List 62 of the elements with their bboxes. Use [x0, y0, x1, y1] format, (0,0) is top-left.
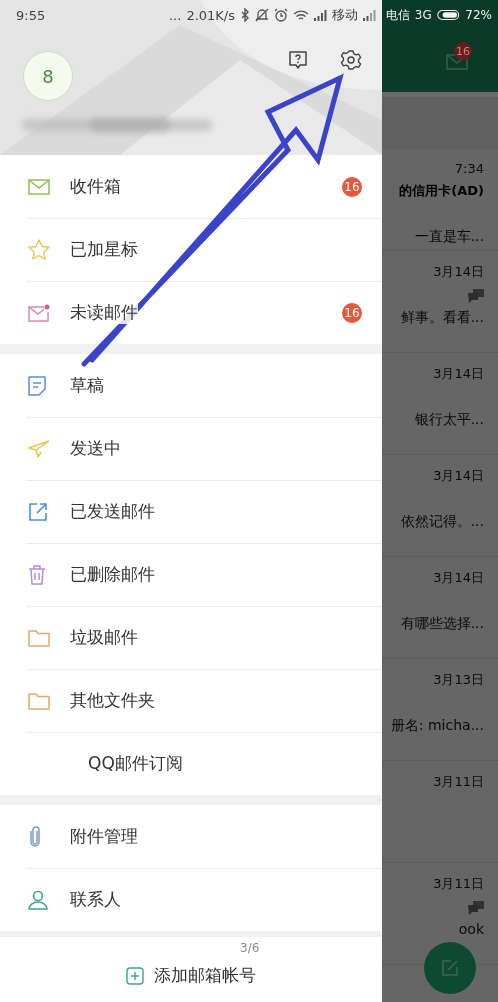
carrier-name: 电信	[386, 6, 410, 24]
mail-date: 3月14日	[433, 569, 484, 587]
carrier-name: 移动	[332, 6, 358, 24]
network-type: 3G	[414, 8, 432, 22]
battery-icon	[436, 9, 461, 21]
star-icon	[28, 239, 50, 260]
unread-envelope-icon	[28, 303, 50, 322]
status-dots: ...	[168, 7, 182, 23]
menu-item[interactable]: 发送中	[0, 417, 382, 480]
menu-item[interactable]: 已加星标	[0, 218, 382, 281]
person-icon	[28, 889, 48, 910]
count-badge: 16	[342, 176, 362, 197]
envelope-icon	[28, 178, 50, 195]
mail-preview: 一直是车...	[414, 228, 484, 246]
trash-icon	[28, 564, 46, 585]
menu-item[interactable]: QQ邮件订阅	[0, 732, 382, 795]
count-badge: 16	[342, 302, 362, 323]
mail-date: 7:34	[454, 161, 484, 176]
mail-date: 3月14日	[433, 263, 484, 281]
mail-preview: 册名: micha...	[390, 717, 484, 735]
settings-icon[interactable]	[340, 49, 362, 71]
mail-preview: ook	[458, 921, 484, 937]
mail-subject: 的信用卡(AD)	[399, 182, 484, 200]
menu-item[interactable]: 已发送邮件	[0, 480, 382, 543]
mail-preview: 依然记得。...	[400, 513, 484, 531]
menu-item[interactable]: 未读邮件 16	[0, 281, 382, 344]
mail-preview: 有哪些选择...	[400, 615, 484, 633]
count-badge: 16	[454, 42, 472, 60]
share-icon	[28, 501, 48, 522]
envelope-icon[interactable]	[446, 54, 468, 70]
menu-item[interactable]: 其他文件夹	[0, 669, 382, 732]
folder-icon	[28, 691, 50, 710]
menu-item[interactable]: 草稿	[0, 354, 382, 417]
mail-date: 3月11日	[433, 875, 484, 893]
mail-preview: 银行太平...	[414, 411, 484, 429]
signal-icon	[363, 9, 376, 21]
paperclip-icon	[28, 825, 42, 848]
edit-icon	[441, 959, 459, 977]
menu-item[interactable]: 附件管理	[0, 805, 382, 868]
mail-date: 3月13日	[433, 671, 484, 689]
plus-icon	[126, 966, 144, 985]
bluetooth-icon	[240, 8, 250, 22]
status-time: 9:55	[16, 7, 46, 23]
signal-icon	[314, 9, 327, 21]
draft-icon	[28, 375, 46, 396]
network-speed: 2.01K/s	[186, 7, 235, 23]
mail-preview: 鲜事。看看...	[400, 309, 484, 327]
mute-bell-icon	[255, 8, 269, 22]
folder-icon	[28, 628, 50, 647]
help-icon[interactable]	[287, 49, 309, 71]
menu-item[interactable]: 已删除邮件	[0, 543, 382, 606]
menu-item[interactable]: 联系人	[0, 868, 382, 931]
page-indicator: 3/6	[240, 941, 260, 955]
paper-plane-icon	[28, 439, 50, 458]
battery-level: 72%	[465, 8, 492, 22]
alarm-icon	[274, 8, 288, 22]
menu-item[interactable]: 收件箱 16	[0, 155, 382, 218]
mail-date: 3月14日	[433, 365, 484, 383]
wifi-icon	[293, 8, 309, 22]
mail-date: 3月14日	[433, 467, 484, 485]
mail-date: 3月11日	[433, 773, 484, 791]
menu-item[interactable]: 垃圾邮件	[0, 606, 382, 669]
